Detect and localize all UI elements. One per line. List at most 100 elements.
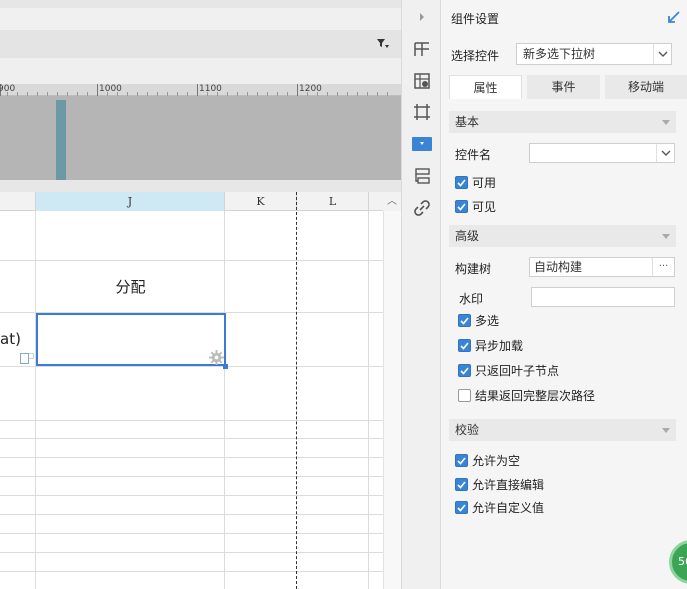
grid-line (0, 495, 383, 496)
allow-custom-checkbox[interactable]: 允许自定义值 (455, 499, 544, 516)
tab-mobile[interactable]: 移动端 (605, 75, 687, 99)
top-strip (0, 0, 401, 8)
leaf-only-checkbox[interactable]: 只返回叶子节点 (458, 362, 559, 379)
panel-title: 组件设置 (451, 12, 500, 26)
select-control-dropdown[interactable]: 新多选下拉树 (516, 43, 672, 65)
grid-line (0, 476, 383, 477)
select-control-value: 新多选下拉树 (523, 47, 596, 61)
column-header-partial[interactable] (0, 192, 36, 211)
grid-line (0, 514, 383, 515)
async-load-checkbox[interactable]: 异步加载 (458, 337, 523, 354)
build-tree-value: 自动构建 (534, 260, 583, 274)
section-basic-title: 基本 (455, 115, 480, 129)
allow-edit-label: 允许直接编辑 (472, 478, 545, 492)
report-block-icon[interactable] (410, 165, 434, 187)
control-name-label: 控件名 (455, 148, 492, 162)
gear-icon[interactable] (209, 350, 224, 365)
section-validation-title: 校验 (455, 423, 480, 437)
enabled-label: 可用 (472, 176, 497, 190)
sheet-area: 900 1000 1100 1200 J K L ︿ 分配 at) (0, 0, 401, 589)
checkbox-checked-icon[interactable] (455, 478, 468, 491)
filter-icon[interactable] (376, 38, 390, 50)
multi-select-checkbox[interactable]: 多选 (458, 312, 499, 329)
vertical-scrollbar[interactable] (383, 211, 401, 589)
collapse-caret-icon[interactable] (662, 234, 670, 239)
enabled-checkbox[interactable]: 可用 (455, 174, 496, 191)
checkbox-checked-icon[interactable] (455, 200, 468, 213)
allow-empty-checkbox[interactable]: 允许为空 (455, 452, 520, 469)
column-header-j[interactable]: J (36, 192, 225, 211)
ruler-tick-label: 1200 (299, 84, 322, 94)
cell-attribute-icon[interactable] (410, 38, 434, 60)
column-header-k[interactable]: K (225, 192, 297, 211)
section-advanced[interactable]: 高级 (449, 225, 676, 247)
build-tree-label: 构建树 (455, 262, 492, 276)
more-options-button[interactable]: ··· (652, 258, 674, 276)
ruler (0, 58, 401, 84)
scroll-up-button[interactable]: ︿ (383, 192, 401, 211)
checkbox-checked-icon[interactable] (458, 314, 471, 327)
section-basic[interactable]: 基本 (449, 111, 676, 133)
cell-element-icon[interactable] (410, 70, 434, 92)
tab-events[interactable]: 事件 (527, 75, 600, 99)
grid-line (0, 552, 383, 553)
cell-widget-icon (20, 353, 34, 365)
side-icon-strip (401, 0, 441, 589)
cell-partial-text[interactable]: at) (0, 330, 21, 348)
visible-label: 可见 (472, 200, 497, 214)
cell-fenpei[interactable]: 分配 (36, 276, 225, 297)
ruler-tick-label: 1100 (199, 84, 222, 94)
band-gap (0, 180, 401, 192)
widget-settings-panel: 组件设置 选择控件 新多选下拉树 属性 事件 移动端 基本 控件名 可用 可见 … (441, 0, 687, 589)
widget-settings-icon[interactable] (410, 133, 434, 155)
grid-line (0, 366, 383, 367)
checkbox-checked-icon[interactable] (458, 339, 471, 352)
grid-line (0, 571, 383, 572)
allow-custom-label: 允许自定义值 (472, 501, 545, 515)
collapse-arrow-icon[interactable] (410, 6, 434, 28)
visible-checkbox[interactable]: 可见 (455, 198, 496, 215)
control-name-input[interactable] (529, 143, 675, 163)
checkbox-unchecked-icon[interactable] (458, 389, 471, 402)
grid-line (0, 420, 383, 421)
multi-select-label: 多选 (475, 314, 500, 328)
toolbar-band (0, 8, 401, 30)
section-validation[interactable]: 校验 (449, 419, 676, 441)
section-advanced-title: 高级 (455, 229, 480, 243)
panel-tabs: 属性 事件 移动端 (449, 75, 687, 99)
chevron-down-icon[interactable] (656, 144, 674, 162)
checkbox-checked-icon[interactable] (455, 501, 468, 514)
ruler-marker[interactable] (56, 100, 66, 180)
tab-attributes[interactable]: 属性 (449, 75, 522, 99)
chevron-down-icon[interactable] (653, 44, 671, 64)
grid-line (0, 438, 383, 439)
leaf-only-label: 只返回叶子节点 (475, 364, 560, 378)
checkbox-checked-icon[interactable] (455, 176, 468, 189)
select-control-label: 选择控件 (451, 49, 500, 63)
grid-line (0, 457, 383, 458)
frame-icon[interactable] (410, 101, 434, 123)
checkbox-checked-icon[interactable] (455, 454, 468, 467)
build-tree-input[interactable]: 自动构建 ··· (529, 257, 675, 277)
checkbox-checked-icon[interactable] (458, 364, 471, 377)
full-path-checkbox[interactable]: 结果返回完整层次路径 (458, 387, 595, 404)
allow-empty-label: 允许为空 (472, 454, 521, 468)
collapse-caret-icon[interactable] (662, 428, 670, 433)
ruler-tick-label: 1000 (99, 84, 122, 94)
column-headers: J K L (0, 192, 401, 211)
collapse-caret-icon[interactable] (662, 120, 670, 125)
allow-edit-checkbox[interactable]: 允许直接编辑 (455, 476, 544, 493)
ruler-tick-label: 900 (0, 84, 16, 94)
hyperlink-icon[interactable] (410, 197, 434, 219)
filter-bar (0, 30, 401, 58)
column-header-l[interactable]: L (297, 192, 369, 211)
watermark-label: 水印 (459, 292, 484, 306)
expand-arrow-icon[interactable] (667, 10, 681, 24)
selected-cell[interactable] (36, 313, 226, 366)
full-path-label: 结果返回完整层次路径 (475, 389, 596, 403)
grid-line (0, 260, 383, 261)
page-break-line (296, 192, 297, 589)
watermark-input[interactable] (531, 287, 675, 307)
grid-line (0, 533, 383, 534)
async-load-label: 异步加载 (475, 339, 524, 353)
